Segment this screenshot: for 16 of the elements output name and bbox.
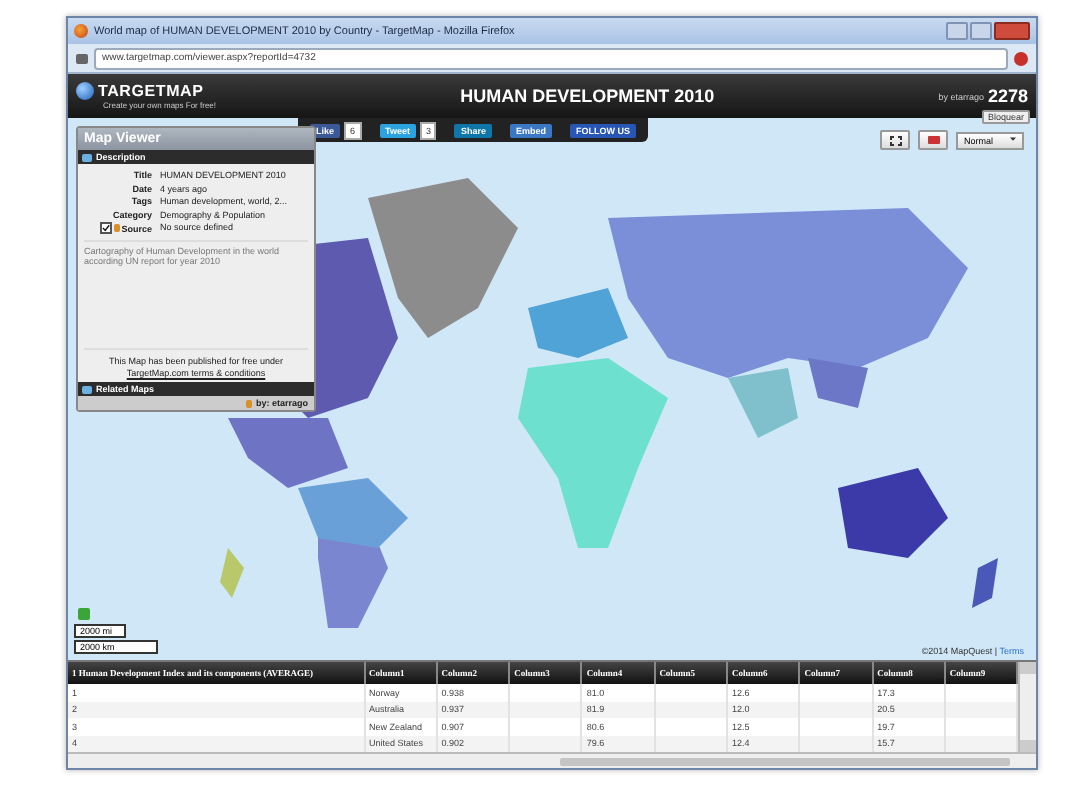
fullscreen-button[interactable] [880,130,910,150]
globe-logo-icon [76,82,94,100]
view-count: 2278 [987,86,1028,106]
site-logo[interactable]: TARGETMAP [98,82,204,100]
horizontal-scrollbar[interactable] [68,752,1036,768]
minimize-button[interactable] [946,22,968,40]
page-icon [76,53,88,63]
close-button[interactable] [994,22,1030,40]
vertical-scrollbar[interactable] [1018,662,1036,752]
source-checkbox[interactable] [99,222,112,234]
camera-button[interactable] [918,130,948,150]
fullscreen-icon [889,135,901,145]
map-title: HUMAN DEVELOPMENT 2010 [458,86,717,106]
maximize-button[interactable] [970,22,992,40]
stop-icon[interactable] [1014,51,1028,65]
caret-icon [1010,135,1016,141]
